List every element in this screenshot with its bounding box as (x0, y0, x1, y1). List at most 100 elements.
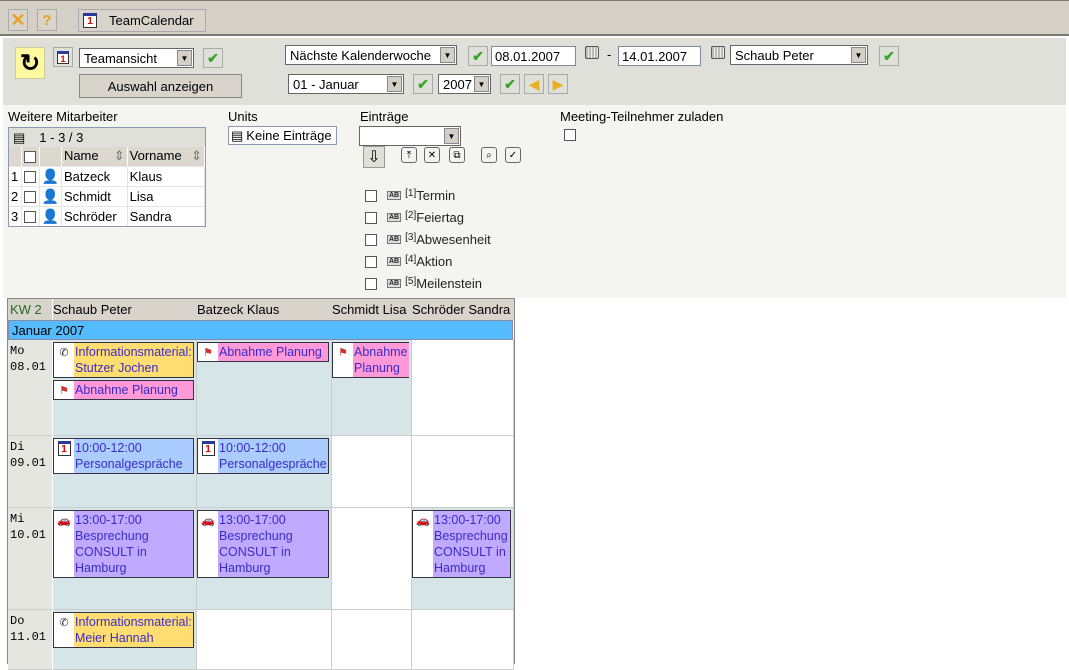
apply-view-button[interactable]: ✔ (203, 48, 223, 68)
date-to-input[interactable]: 14.01.2007 (618, 46, 701, 66)
entry-type-number: [1] (405, 188, 417, 199)
event-text: Besprechung (75, 529, 149, 543)
row-checkbox[interactable] (23, 171, 36, 184)
event-text: Informationsmaterial: (75, 345, 192, 359)
units-list[interactable]: ▤ Keine Einträge (228, 126, 337, 145)
calendar-event[interactable]: ✆ Informationsmaterial: Meier Hannah (53, 612, 194, 648)
day-cell[interactable]: 🚗 13:00-17:00 Besprechung CONSULT in Hamburg (412, 508, 514, 610)
day-cell[interactable]: ✆ Informationsmaterial: Stutzer Jochen ⚑ Abn… (53, 340, 197, 436)
day-cell[interactable]: ⚑ Abnahme Planung (332, 340, 412, 436)
copy-icon[interactable]: ⧉ (449, 147, 465, 163)
table-row[interactable]: 2 👤 Schmidt Lisa (9, 185, 206, 206)
table-row[interactable]: 1 👤 Batzeck Klaus (9, 165, 206, 186)
row-checkbox[interactable] (23, 211, 36, 224)
day-cell[interactable] (412, 610, 514, 670)
calendar-event[interactable]: 🚗 13:00-17:00 Besprechung CONSULT in Hamburg (412, 510, 511, 578)
search-icon[interactable]: ⌕ (481, 147, 497, 163)
refresh-icon[interactable]: ↻ (15, 47, 45, 79)
day-cell[interactable]: 1 10:00-12:00 Personalgespräche (197, 436, 332, 508)
show-selection-button[interactable]: Auswahl anzeigen (79, 74, 242, 98)
arrow-right-icon[interactable]: ▶ (548, 74, 568, 94)
month-select[interactable]: 01 - Januar ▼ (288, 74, 404, 94)
toolbar: ↻ 1 Teamansicht ▼ ✔ Auswahl anzeigen Näch… (3, 38, 1066, 105)
entry-type-checkbox[interactable] (365, 277, 377, 290)
day-cell[interactable]: ⚑ Abnahme Planung (197, 340, 332, 436)
arrow-left-icon[interactable]: ◀ (524, 74, 544, 94)
row-checkbox[interactable] (23, 191, 36, 204)
day-cell[interactable] (332, 610, 412, 670)
year-select-value: 2007 (443, 76, 472, 92)
day-cell[interactable]: ✆ Informationsmaterial: Meier Hannah (53, 610, 197, 670)
calendar-icon: 1 (83, 13, 97, 28)
day-cell[interactable]: 🚗 13:00-17:00 Besprechung CONSULT in Hamburg (53, 508, 197, 610)
day-cell[interactable]: 🚗 13:00-17:00 Besprechung CONSULT in Hamburg (197, 508, 332, 610)
entry-type-label: Termin (416, 188, 456, 203)
calendar-picker-icon[interactable] (585, 46, 599, 59)
person-select[interactable]: Schaub Peter ▼ (730, 45, 868, 65)
range-select[interactable]: Nächste Kalenderwoche ▼ (285, 45, 457, 65)
calendar-event[interactable]: 1 10:00-12:00 Personalgespräche (53, 438, 194, 474)
calendar-event[interactable]: 1 10:00-12:00 Personalgespräche (197, 438, 329, 474)
apply-person-button[interactable]: ✔ (879, 46, 899, 66)
name-column-header[interactable]: Name ⇕ (61, 147, 128, 166)
calendar-event[interactable]: 🚗 13:00-17:00 Besprechung CONSULT in Hamburg (53, 510, 194, 578)
entry-type-checkbox[interactable] (365, 211, 377, 224)
help-icon[interactable]: ? (37, 9, 57, 31)
event-text: Abnahme (354, 345, 408, 359)
row-number: 1 (9, 165, 22, 186)
day-cell[interactable]: 1 10:00-12:00 Personalgespräche (53, 436, 197, 508)
arrow-down-icon[interactable]: ⇩ (363, 146, 385, 168)
calendar-event[interactable]: ✆ Informationsmaterial: Stutzer Jochen (53, 342, 194, 378)
day-cell[interactable] (332, 508, 412, 610)
tab-teamcalendar[interactable]: 1 TeamCalendar (78, 9, 206, 32)
phone-icon: ✆ (59, 347, 69, 359)
entry-type-checkbox[interactable] (365, 189, 377, 202)
entry-type-checkbox[interactable] (365, 255, 377, 268)
entry-type-item[interactable]: AB [2]Feiertag (365, 210, 464, 225)
apply-range-button[interactable]: ✔ (468, 46, 488, 66)
year-select[interactable]: 2007 ▼ (438, 74, 491, 94)
calendar-event[interactable]: ⚑ Abnahme Planung (332, 342, 409, 378)
select-all-checkbox[interactable] (23, 151, 36, 164)
calendar-event[interactable]: ⚑ Abnahme Planung (53, 380, 194, 400)
entry-type-item[interactable]: AB [1]Termin (365, 188, 455, 203)
event-text: Planung (354, 361, 400, 375)
event-text: Abnahme Planung (219, 345, 322, 359)
view-select[interactable]: Teamansicht ▼ (79, 48, 194, 68)
move-top-icon[interactable]: ⤒ (401, 147, 417, 163)
calendar-event[interactable]: ⚑ Abnahme Planung (197, 342, 329, 362)
day-cell[interactable] (197, 610, 332, 670)
meeting-checkbox[interactable] (564, 129, 576, 141)
entry-type-label: Feiertag (416, 210, 464, 225)
firstname-column-header[interactable]: Vorname ⇕ (127, 147, 206, 166)
list-icon[interactable]: ▤ (13, 130, 25, 146)
entry-type-number: [4] (405, 254, 417, 265)
sort-icon[interactable]: ⇕ (191, 148, 202, 164)
day-cell[interactable] (412, 436, 514, 508)
delete-icon[interactable]: ✕ (424, 147, 440, 163)
date-from-input[interactable]: 08.01.2007 (491, 46, 576, 66)
event-text: 13:00-17:00 (75, 513, 142, 527)
calendar-picker-icon[interactable] (711, 46, 725, 59)
event-text: Hamburg (219, 561, 271, 575)
sort-icon[interactable]: ⇕ (114, 148, 125, 164)
entry-type-item[interactable]: AB [3]Abwesenheit (365, 232, 491, 247)
calendar-event[interactable]: 🚗 13:00-17:00 Besprechung CONSULT in Hamburg (197, 510, 329, 578)
day-date: 09.01 (10, 456, 47, 470)
person-icon: 👤 (41, 187, 59, 204)
entry-type-item[interactable]: AB [4]Aktion (365, 254, 452, 269)
table-row[interactable]: 3 👤 Schröder Sandra (9, 205, 206, 226)
entry-type-checkbox[interactable] (365, 233, 377, 246)
employee-name: Batzeck (61, 165, 128, 186)
check-icon[interactable]: ✓ (505, 147, 521, 163)
apply-month-button[interactable]: ✔ (413, 74, 433, 94)
entry-type-number: [3] (405, 232, 417, 243)
day-cell[interactable] (332, 436, 412, 508)
day-cell[interactable] (412, 340, 514, 436)
apply-year-button[interactable]: ✔ (500, 74, 520, 94)
calendar-clock-icon[interactable]: 1 (53, 47, 73, 67)
entry-type-item[interactable]: AB [5]Meilenstein (365, 276, 482, 291)
entry-type-label: Aktion (416, 254, 453, 269)
entries-select[interactable]: ▼ (359, 126, 461, 146)
close-icon[interactable]: ✕ (8, 9, 28, 31)
